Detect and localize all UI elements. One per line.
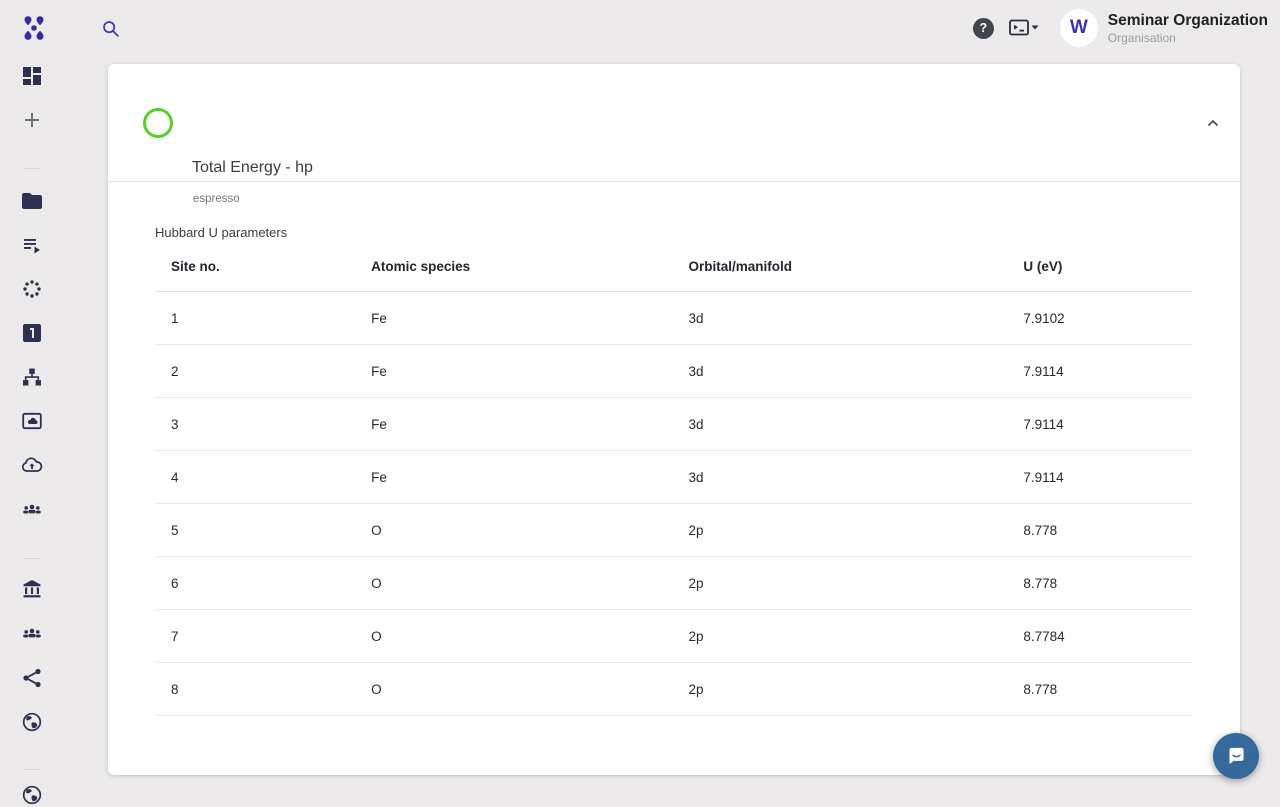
sidebar-item-cloud-box-icon[interactable]	[20, 409, 44, 433]
cell-u: 8.778	[1007, 504, 1192, 557]
org-block: Seminar Organization Organisation	[1108, 11, 1268, 46]
cell-site: 1	[155, 292, 355, 345]
header-divider	[108, 181, 1240, 182]
sidebar-item-plus-icon[interactable]	[20, 108, 44, 132]
sidebar-item-folder-icon[interactable]	[20, 189, 44, 213]
cell-species: Fe	[355, 451, 672, 504]
sidebar-item-looks-one-icon[interactable]	[20, 321, 44, 345]
cell-species: Fe	[355, 345, 672, 398]
cell-u: 7.9114	[1007, 451, 1192, 504]
cell-site: 3	[155, 398, 355, 451]
sidebar-item-task-list-icon[interactable]	[20, 233, 44, 257]
table-row: 7O2p8.7784	[155, 610, 1192, 663]
avatar-letter: W	[1070, 17, 1088, 39]
cell-u: 8.778	[1007, 557, 1192, 610]
terminal-menu-button[interactable]	[1008, 16, 1040, 40]
cell-site: 4	[155, 451, 355, 504]
search-icon[interactable]	[100, 18, 122, 40]
table-row: 5O2p8.778	[155, 504, 1192, 557]
column-header: Atomic species	[355, 241, 672, 292]
section-title: Hubbard U parameters	[155, 225, 287, 240]
table-row: 8O2p8.778	[155, 663, 1192, 716]
cell-site: 6	[155, 557, 355, 610]
table-row: 2Fe3d7.9114	[155, 345, 1192, 398]
table-row: 1Fe3d7.9102	[155, 292, 1192, 345]
column-header: U (eV)	[1007, 241, 1192, 292]
org-name: Seminar Organization	[1108, 11, 1268, 30]
status-ring-icon	[143, 108, 173, 138]
help-glyph: ?	[979, 21, 987, 35]
cell-orbital: 3d	[672, 345, 1007, 398]
cell-u: 7.9114	[1007, 345, 1192, 398]
card-header: Total Energy - hp espresso	[108, 64, 1240, 181]
sidebar-divider	[24, 168, 40, 169]
table-row: 4Fe3d7.9114	[155, 451, 1192, 504]
org-subtitle: Organisation	[1108, 30, 1268, 46]
help-button[interactable]: ?	[973, 18, 994, 39]
cell-orbital: 2p	[672, 610, 1007, 663]
sidebar-divider	[24, 558, 40, 559]
table-header-row: Site no.Atomic speciesOrbital/manifoldU …	[155, 241, 1192, 292]
cell-site: 8	[155, 663, 355, 716]
sidebar-item-dotted-circle-icon[interactable]	[20, 277, 44, 301]
column-header: Site no.	[155, 241, 355, 292]
result-card: Total Energy - hp espresso Hubbard U par…	[108, 64, 1240, 775]
chat-launcher-button[interactable]	[1213, 733, 1259, 779]
collapse-button[interactable]	[1201, 111, 1225, 135]
sidebar-item-globe-icon[interactable]	[20, 783, 44, 807]
table-row: 6O2p8.778	[155, 557, 1192, 610]
sidebar-item-groups-icon[interactable]	[20, 621, 44, 645]
sidebar-item-workflow-tree-icon[interactable]	[20, 365, 44, 389]
avatar: W	[1060, 9, 1098, 47]
app-logo-icon[interactable]	[18, 12, 50, 44]
cell-u: 7.9102	[1007, 292, 1192, 345]
cell-site: 7	[155, 610, 355, 663]
cell-orbital: 2p	[672, 504, 1007, 557]
cell-site: 5	[155, 504, 355, 557]
cell-species: O	[355, 663, 672, 716]
sidebar	[0, 56, 64, 800]
cell-site: 2	[155, 345, 355, 398]
cell-orbital: 2p	[672, 663, 1007, 716]
hubbard-u-table: Site no.Atomic speciesOrbital/manifoldU …	[155, 241, 1192, 716]
cell-u: 8.778	[1007, 663, 1192, 716]
sidebar-item-dashboard-icon[interactable]	[20, 64, 44, 88]
table-row: 3Fe3d7.9114	[155, 398, 1192, 451]
card-title: Total Energy - hp	[192, 159, 313, 177]
column-header: Orbital/manifold	[672, 241, 1007, 292]
cell-species: O	[355, 610, 672, 663]
sidebar-item-globe-icon[interactable]	[20, 710, 44, 734]
sidebar-item-cloud-upload-icon[interactable]	[20, 453, 44, 477]
sidebar-divider	[24, 769, 40, 770]
cell-species: O	[355, 557, 672, 610]
cell-orbital: 2p	[672, 557, 1007, 610]
cell-species: Fe	[355, 292, 672, 345]
top-app-bar: ? W Seminar Organization Organisation	[0, 0, 1280, 56]
cell-u: 7.9114	[1007, 398, 1192, 451]
cell-u: 8.7784	[1007, 610, 1192, 663]
account-menu[interactable]: W Seminar Organization Organisation	[1060, 9, 1268, 47]
chat-bubble-icon	[1223, 743, 1249, 769]
sidebar-item-groups-icon[interactable]	[20, 497, 44, 521]
card-subtitle: espresso	[193, 193, 240, 205]
sidebar-item-bank-icon[interactable]	[20, 577, 44, 601]
cell-orbital: 3d	[672, 451, 1007, 504]
cell-species: O	[355, 504, 672, 557]
cell-orbital: 3d	[672, 398, 1007, 451]
cell-orbital: 3d	[672, 292, 1007, 345]
sidebar-item-share-icon[interactable]	[20, 666, 44, 690]
cell-species: Fe	[355, 398, 672, 451]
